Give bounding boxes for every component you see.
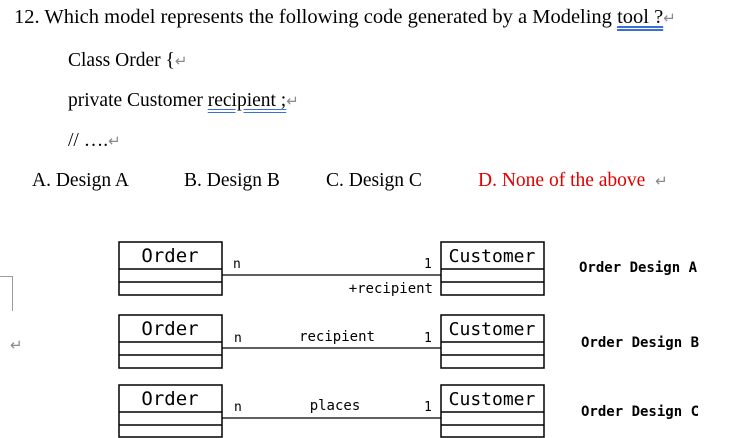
design-c: Order Customer n 1 places Order Design C	[118, 384, 699, 438]
customer-class-name: Customer	[449, 319, 536, 340]
right-multiplicity: 1	[424, 400, 432, 415]
right-multiplicity: 1	[424, 257, 432, 272]
uml-diagrams: Order Customer n 1 +recipient Order Desi…	[118, 241, 699, 438]
design-caption: Order Design A	[579, 260, 698, 276]
design-caption: Order Design C	[581, 404, 699, 420]
order-class-name: Order	[141, 245, 198, 267]
order-class-name: Order	[141, 318, 198, 340]
customer-class-name: Customer	[449, 389, 536, 410]
association-label: recipient	[299, 329, 375, 345]
design-caption: Order Design B	[581, 335, 699, 351]
left-multiplicity: n	[233, 257, 241, 272]
left-multiplicity: n	[234, 400, 242, 415]
order-class-name: Order	[141, 388, 198, 410]
design-b: Order Customer n 1 recipient Order Desig…	[118, 314, 699, 369]
association-label: places	[310, 398, 361, 414]
right-multiplicity: 1	[424, 331, 432, 346]
design-a: Order Customer n 1 +recipient Order Desi…	[118, 241, 698, 297]
left-multiplicity: n	[234, 331, 242, 346]
association-label: +recipient	[349, 281, 433, 297]
customer-class-name: Customer	[449, 246, 536, 267]
